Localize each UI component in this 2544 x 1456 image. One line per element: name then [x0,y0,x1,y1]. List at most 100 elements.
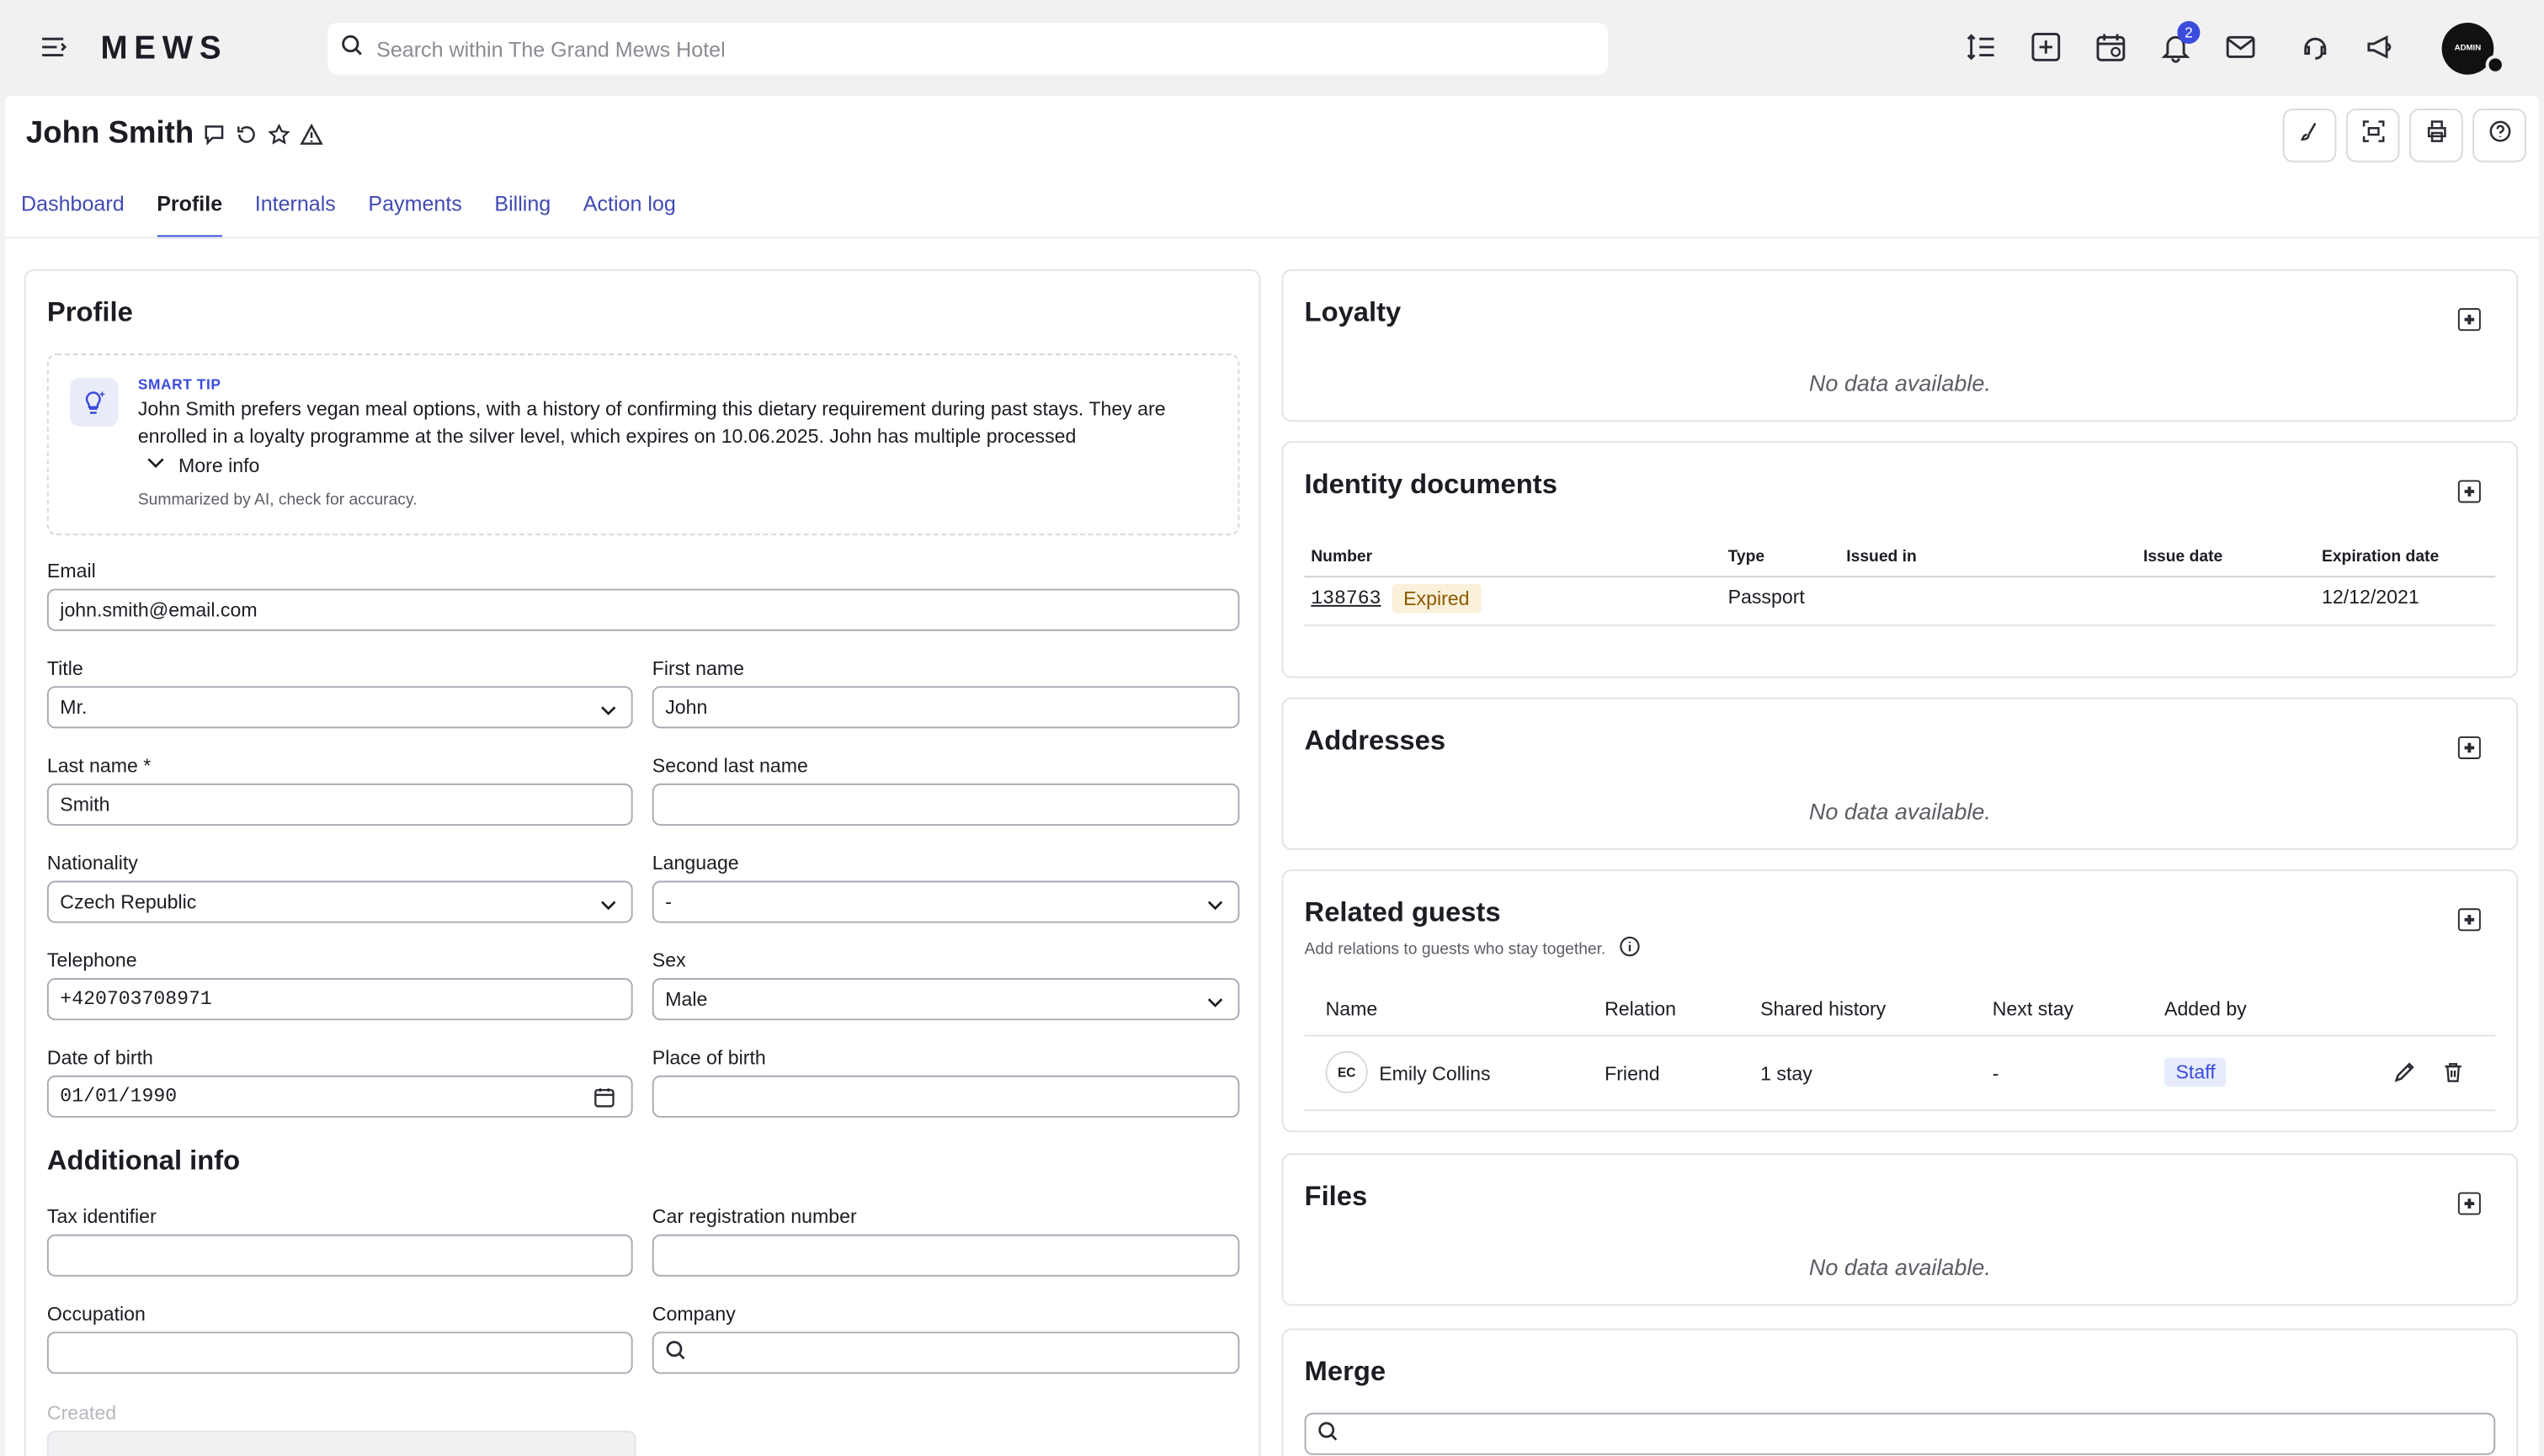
chevron-down-icon [1207,993,1223,1016]
line-spacing-icon[interactable] [1956,23,2005,72]
tab-action-log[interactable]: Action log [583,182,676,238]
add-icon[interactable] [2021,23,2070,72]
second-last-name-field[interactable] [652,783,1240,826]
tax-field[interactable] [46,1234,633,1277]
guest-initials-avatar: EC [1325,1050,1368,1094]
pob-field[interactable] [652,1075,1240,1118]
print-button[interactable] [2409,109,2463,162]
tab-payments[interactable]: Payments [368,182,461,238]
merge-search-input[interactable] [1304,1412,2496,1455]
language-value: - [665,890,672,914]
expired-badge: Expired [1392,583,1482,614]
last-name-label: Last name * [46,754,152,778]
info-icon[interactable] [1619,936,1640,962]
addresses-card: Addresses No data available. [1281,697,2519,850]
add-related-guest-button[interactable] [2457,908,2481,932]
language-select[interactable]: - [652,880,1240,923]
telephone-field[interactable]: +420703708971 [46,978,633,1021]
email-label: Email [46,559,96,582]
star-icon[interactable] [263,120,295,150]
avatar-status-dot [2485,55,2505,75]
search-input[interactable]: Search within The Grand Mews Hotel [327,22,1608,75]
search-icon [341,34,364,65]
dob-field[interactable]: 01/01/1990 [46,1075,633,1118]
document-expiration: 12/12/2021 [2321,585,2419,608]
clean-button[interactable] [2282,109,2337,162]
merge-card: Merge [1281,1328,2519,1456]
tab-profile[interactable]: Profile [157,182,223,239]
company-label: Company [652,1302,736,1326]
profile-card: Profile SMART TIP John Smith prefers veg… [24,268,1261,1456]
occupation-label: Occupation [46,1302,146,1326]
ai-bulb-icon [69,378,119,427]
email-field[interactable]: john.smith@email.com [46,588,1240,631]
history-icon[interactable] [231,120,263,150]
column-header: Issued in [1846,548,1917,566]
company-field[interactable] [652,1331,1240,1374]
title-select[interactable]: Mr. [46,686,633,729]
calendar-icon[interactable] [593,1087,615,1114]
related-guests-subtitle: Add relations to guests who stay togethe… [1305,936,1640,962]
additional-info-heading: Additional info [46,1145,241,1177]
add-file-button[interactable] [2457,1192,2481,1215]
nationality-select[interactable]: Czech Republic [46,880,633,923]
more-info-toggle[interactable]: More info [146,453,259,477]
announcements-icon[interactable] [2355,23,2404,72]
comment-icon[interactable] [198,120,231,150]
ai-disclaimer: Summarized by AI, check for accuracy. [137,491,418,510]
related-guests-card: Related guests Add relations to guests w… [1281,869,2519,1133]
occupation-field[interactable] [46,1331,633,1374]
profile-title: Profile [46,296,133,328]
dob-label: Date of birth [46,1046,153,1070]
loyalty-card: Loyalty No data available. [1281,268,2519,422]
add-loyalty-button[interactable] [2457,308,2481,332]
mail-icon[interactable] [2217,23,2265,72]
related-guest-name[interactable]: Emily Collins [1379,1062,1490,1085]
files-title: Files [1304,1181,1368,1212]
search-placeholder: Search within The Grand Mews Hotel [376,36,726,61]
brush-icon [2298,120,2321,151]
column-header: Shared history [1760,997,1887,1021]
edit-icon[interactable] [2393,1060,2416,1092]
related-guest-next-stay: - [1992,1062,1999,1086]
first-name-field[interactable]: John [652,686,1240,729]
column-header: Added by [2164,997,2247,1021]
files-card: Files No data available. [1281,1153,2519,1306]
tab-dashboard[interactable]: Dashboard [21,182,125,238]
telephone-label: Telephone [46,949,137,972]
merge-title: Merge [1304,1356,1386,1387]
warning-icon[interactable] [295,120,328,150]
second-last-name-label: Second last name [652,754,808,778]
created-field [46,1430,636,1456]
search-icon [1317,1421,1339,1447]
add-address-button[interactable] [2457,736,2481,759]
smart-tip-label: SMART TIP [137,376,221,393]
column-header: Issue date [2142,548,2223,566]
sex-select[interactable]: Male [652,978,1240,1021]
calendar-icon[interactable] [2087,23,2136,72]
last-name-field[interactable]: Smith [46,783,633,826]
help-button[interactable] [2472,109,2526,162]
page-content: John Smith Dashboard Profile Internals P… [4,95,2540,1456]
add-identity-button[interactable] [2457,480,2481,503]
pob-label: Place of birth [652,1046,766,1070]
scan-button[interactable] [2345,109,2400,162]
support-icon[interactable] [2291,23,2339,72]
tab-billing[interactable]: Billing [494,182,551,238]
document-number-link[interactable]: 138763 [1311,587,1381,610]
related-guest-relation: Friend [1605,1062,1660,1086]
chevron-down-icon [146,453,165,477]
guest-name: John Smith [25,116,194,151]
related-guests-title: Related guests [1304,896,1501,928]
tab-internals[interactable]: Internals [255,182,336,238]
related-guests-subtitle-text: Add relations to guests who stay togethe… [1304,939,1606,959]
menu-icon[interactable] [39,34,68,60]
notifications-icon[interactable]: 2 [2152,21,2201,72]
tax-label: Tax identifier [46,1204,157,1228]
car-field[interactable] [652,1234,1240,1277]
delete-icon[interactable] [2442,1060,2465,1092]
car-label: Car registration number [652,1204,857,1228]
column-header: Number [1311,548,1373,566]
first-name-label: First name [652,656,745,680]
chevron-down-icon [1207,895,1223,918]
